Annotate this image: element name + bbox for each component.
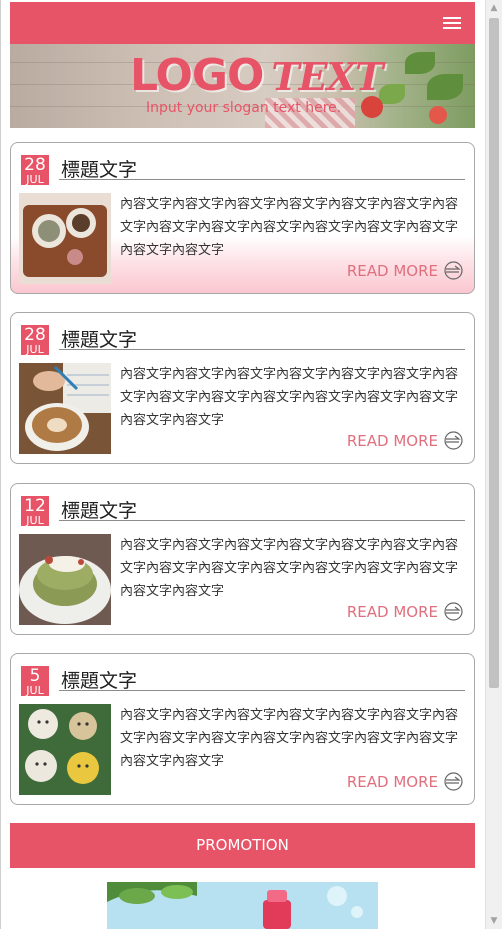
logo-script-text: TEXT bbox=[271, 54, 383, 99]
post-title[interactable]: 標題文字 bbox=[61, 666, 137, 693]
post-body: 內容文字內容文字內容文字內容文字內容文字內容文字內容文字內容文字內容文字內容文字… bbox=[120, 367, 459, 428]
date-badge: 28 JUL bbox=[21, 325, 49, 355]
logo-main-text: LOGO bbox=[130, 50, 264, 101]
site-logo[interactable]: LOGO TEXT bbox=[130, 50, 383, 101]
post-title[interactable]: 標題文字 bbox=[61, 496, 137, 523]
scrollbar-thumb[interactable] bbox=[489, 18, 499, 688]
scroll-down-arrow-icon[interactable]: ▼ bbox=[486, 913, 502, 929]
post-card: 28 JUL 標題文字 內容文字內容文字內容文字內容文字內容文字內容文字內容文字… bbox=[10, 312, 475, 464]
date-badge: 12 JUL bbox=[21, 496, 49, 526]
post-card: 12 JUL 標題文字 內容文字內容文字內容文字內容文字內容文字內容文字內容文字… bbox=[10, 483, 475, 635]
post-body: 內容文字內容文字內容文字內容文字內容文字內容文字內容文字內容文字內容文字內容文字… bbox=[120, 197, 459, 258]
top-navbar bbox=[10, 2, 475, 44]
title-divider bbox=[59, 349, 465, 350]
read-more-link[interactable]: READ MORE bbox=[347, 772, 463, 791]
scroll-up-arrow-icon[interactable]: ▲ bbox=[486, 0, 502, 16]
date-day: 5 bbox=[29, 666, 41, 686]
post-card: 5 JUL 標題文字 內容文字內容文字內容文字內容文字內容文字內容文字內容文字內… bbox=[10, 653, 475, 805]
promotion-label: PROMOTION bbox=[196, 836, 289, 854]
date-month: JUL bbox=[26, 173, 44, 186]
title-divider bbox=[59, 179, 465, 180]
post-body: 內容文字內容文字內容文字內容文字內容文字內容文字內容文字內容文字內容文字內容文字… bbox=[120, 708, 459, 769]
post-title[interactable]: 標題文字 bbox=[61, 155, 137, 182]
latte-art-faces-photo[interactable] bbox=[19, 704, 111, 795]
date-badge: 5 JUL bbox=[21, 666, 49, 696]
post-card: 28 JUL 標題文字 內容文字內容文字內容文字內容文字內容文字內容文字內容文字… bbox=[10, 142, 475, 294]
date-month: JUL bbox=[26, 343, 44, 356]
date-day: 28 bbox=[24, 155, 46, 175]
latte-and-notebook-photo[interactable] bbox=[19, 363, 111, 454]
hamburger-icon[interactable] bbox=[443, 17, 461, 29]
arrow-circle-icon bbox=[444, 261, 463, 280]
title-divider bbox=[59, 690, 465, 691]
read-more-label: READ MORE bbox=[346, 261, 438, 280]
date-month: JUL bbox=[26, 514, 44, 527]
read-more-link[interactable]: READ MORE bbox=[347, 261, 463, 280]
date-day: 12 bbox=[24, 496, 46, 516]
arrow-circle-icon bbox=[444, 772, 463, 791]
coffee-cups-on-tray-photo[interactable] bbox=[19, 193, 111, 284]
site-slogan: Input your slogan text here. bbox=[146, 100, 342, 116]
read-more-label: READ MORE bbox=[346, 602, 438, 621]
post-body: 內容文字內容文字內容文字內容文字內容文字內容文字內容文字內容文字內容文字內容文字… bbox=[120, 538, 459, 599]
date-month: JUL bbox=[26, 684, 44, 697]
cosmetics-ad-banner[interactable] bbox=[107, 882, 378, 929]
post-title[interactable]: 標題文字 bbox=[61, 325, 137, 352]
vertical-scrollbar[interactable]: ▲ ▼ bbox=[485, 0, 502, 929]
read-more-link[interactable]: READ MORE bbox=[347, 602, 463, 621]
arrow-circle-icon bbox=[444, 602, 463, 621]
header-banner: LOGO TEXT Input your slogan text here. bbox=[10, 44, 475, 128]
date-badge: 28 JUL bbox=[21, 155, 49, 185]
title-divider bbox=[59, 520, 465, 521]
promotion-button[interactable]: PROMOTION bbox=[10, 823, 475, 868]
date-day: 28 bbox=[24, 325, 46, 345]
arrow-circle-icon bbox=[444, 431, 463, 450]
read-more-label: READ MORE bbox=[346, 431, 438, 450]
read-more-label: READ MORE bbox=[346, 772, 438, 791]
read-more-link[interactable]: READ MORE bbox=[347, 431, 463, 450]
matcha-pancakes-photo[interactable] bbox=[19, 534, 111, 625]
